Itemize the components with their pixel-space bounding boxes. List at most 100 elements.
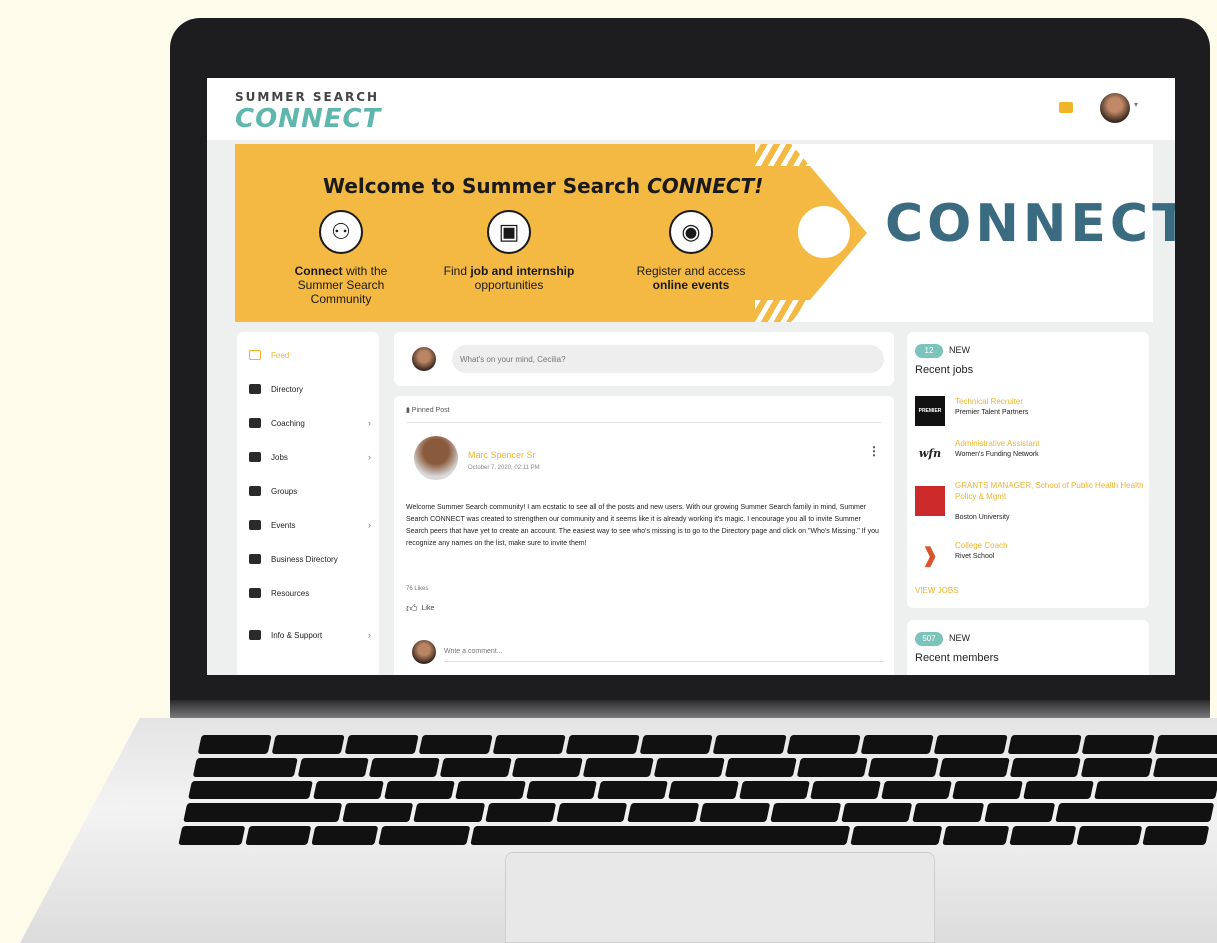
recent-members-card: 507 NEW Recent members: [907, 620, 1149, 675]
company-logo: PREMIER: [915, 396, 945, 426]
calendar-icon: [249, 350, 261, 360]
feature-connect-bold: Connect: [294, 264, 343, 278]
nav-item-label: Events: [271, 520, 296, 530]
handshake-logo-icon: [792, 200, 856, 264]
author-avatar[interactable]: [414, 436, 458, 480]
avatar: [412, 640, 436, 664]
support-icon: [249, 630, 261, 640]
feature-jobs-pre: Find: [443, 264, 471, 278]
webcam-icon: ◉: [669, 210, 713, 254]
job-company: Premier Talent Partners: [955, 409, 1029, 416]
logo-main-text[interactable]: CONNECT: [235, 104, 381, 134]
people-network-icon: ⚇: [319, 210, 363, 254]
avatar: [412, 347, 436, 371]
new-count-badge: 12: [915, 344, 943, 358]
laptop-keyboard: [178, 735, 1217, 845]
nav-item-directory[interactable]: Directory: [237, 372, 379, 406]
nav-item-business-directory[interactable]: Business Directory: [237, 542, 379, 576]
comment-input[interactable]: [444, 642, 884, 662]
nav-item-coaching[interactable]: Coaching ›: [237, 406, 379, 440]
hero-stripes-bottom: [755, 300, 825, 322]
chevron-right-icon: ›: [368, 452, 371, 462]
feature-jobs-bold: job and internship: [470, 264, 575, 278]
folder-icon: [249, 384, 261, 394]
hero-title-text: Welcome to Summer Search: [323, 174, 641, 198]
feature-events-bold: online events: [652, 278, 730, 292]
feature-events: ◉ Register and access online events: [621, 210, 761, 292]
document-icon: [249, 588, 261, 598]
post-body: Welcome Summer Search community! I am ec…: [406, 504, 879, 547]
like-button[interactable]: 👍︎ Like: [406, 602, 434, 615]
briefcase-icon: [249, 452, 261, 462]
company-logo: wfn: [915, 438, 945, 468]
more-options-icon[interactable]: ⋮: [868, 444, 880, 458]
nav-item-label: Directory: [271, 384, 304, 394]
company-logo: ❱: [915, 540, 945, 570]
hero-connect-word: CONNECT: [885, 194, 1175, 254]
nav-item-label: Coaching: [271, 418, 305, 428]
author-name[interactable]: Marc Spencer Sr: [468, 450, 536, 460]
trackpad: [505, 852, 935, 943]
job-company: Women's Funding Network: [955, 451, 1039, 458]
job-item[interactable]: GRANTS MANAGER, School of Public Health …: [915, 478, 1145, 528]
recent-jobs-card: 12 NEW Recent jobs PREMIER Technical Rec…: [907, 332, 1149, 608]
pinned-post: ▮ Pinned Post Marc Spencer Sr October 7,…: [394, 396, 894, 675]
nav-item-label: Info & Support: [271, 630, 323, 640]
feature-jobs-rest: opportunities: [474, 278, 544, 292]
job-company: Rivet School: [955, 553, 995, 560]
nav-item-groups[interactable]: Groups: [237, 474, 379, 508]
chevron-right-icon: ›: [368, 418, 371, 428]
company-logo: [915, 486, 945, 516]
new-count-badge: 507: [915, 632, 943, 646]
job-title[interactable]: Technical Recruiter: [955, 396, 1023, 407]
hero-title: Welcome to Summer Search CONNECT!: [323, 174, 763, 198]
app-header: SUMMER SEARCH CONNECT ▾: [207, 78, 1175, 140]
logo-top-text: SUMMER SEARCH: [235, 90, 380, 104]
chevron-right-icon: ›: [368, 630, 371, 640]
hero-title-emphasis: CONNECT!: [647, 174, 764, 198]
pinned-label: ▮ Pinned Post: [406, 406, 450, 414]
job-item[interactable]: ❱ College Coach Rivet School: [915, 538, 1145, 574]
job-company: Boston University: [955, 514, 1010, 521]
id-card-icon: [249, 554, 261, 564]
user-avatar[interactable]: [1100, 93, 1130, 123]
nav-item-feed[interactable]: Feed: [237, 338, 379, 372]
nav-item-label: Groups: [271, 486, 298, 496]
hero-banner: Welcome to Summer Search CONNECT! ⚇ Conn…: [235, 144, 1175, 322]
chevron-down-icon[interactable]: ▾: [1134, 100, 1138, 109]
briefcase-icon: ▣: [487, 210, 531, 254]
job-title[interactable]: College Coach: [955, 540, 1007, 551]
group-icon: [249, 486, 261, 496]
nav-item-resources[interactable]: Resources: [237, 576, 379, 610]
chat-board-icon: [249, 418, 261, 428]
view-jobs-link[interactable]: VIEW JOBS: [915, 586, 959, 595]
feature-connect-text: Connect with the Summer Search Community: [271, 264, 411, 306]
laptop-screen: SUMMER SEARCH CONNECT ▾ Welcome to Summe…: [207, 78, 1175, 675]
likes-count[interactable]: 76 Likes: [406, 586, 428, 592]
like-label: Like: [421, 605, 435, 612]
nav-item-label: Business Directory: [271, 554, 338, 564]
pinned-label-text: Pinned Post: [411, 407, 450, 414]
nav-item-info-support[interactable]: Info & Support ›: [237, 618, 379, 652]
new-label: NEW: [949, 345, 970, 355]
nav-item-label: Resources: [271, 588, 310, 598]
feature-events-pre: Register and access: [636, 264, 746, 278]
nav-item-events[interactable]: Events ›: [237, 508, 379, 542]
feature-jobs: ▣ Find job and internship opportunities: [439, 210, 579, 292]
composer-input[interactable]: [452, 345, 884, 373]
job-title[interactable]: Administrative Assistant: [955, 438, 1039, 449]
nav-item-label: Jobs: [271, 452, 288, 462]
nav-item-jobs[interactable]: Jobs ›: [237, 440, 379, 474]
job-item[interactable]: wfn Administrative Assistant Women's Fun…: [915, 436, 1145, 472]
thumbs-up-icon: 👍︎: [406, 603, 418, 615]
post-composer: [394, 332, 894, 386]
nav-item-label: Feed: [271, 350, 290, 360]
event-icon: [249, 520, 261, 530]
feature-jobs-text: Find job and internship opportunities: [439, 264, 579, 292]
job-title[interactable]: GRANTS MANAGER, School of Public Health …: [955, 480, 1145, 502]
card-title: Recent members: [915, 652, 999, 664]
new-label: NEW: [949, 633, 970, 643]
job-item[interactable]: PREMIER Technical Recruiter Premier Tale…: [915, 394, 1145, 430]
chat-icon[interactable]: [1059, 102, 1073, 113]
divider: [406, 422, 882, 423]
